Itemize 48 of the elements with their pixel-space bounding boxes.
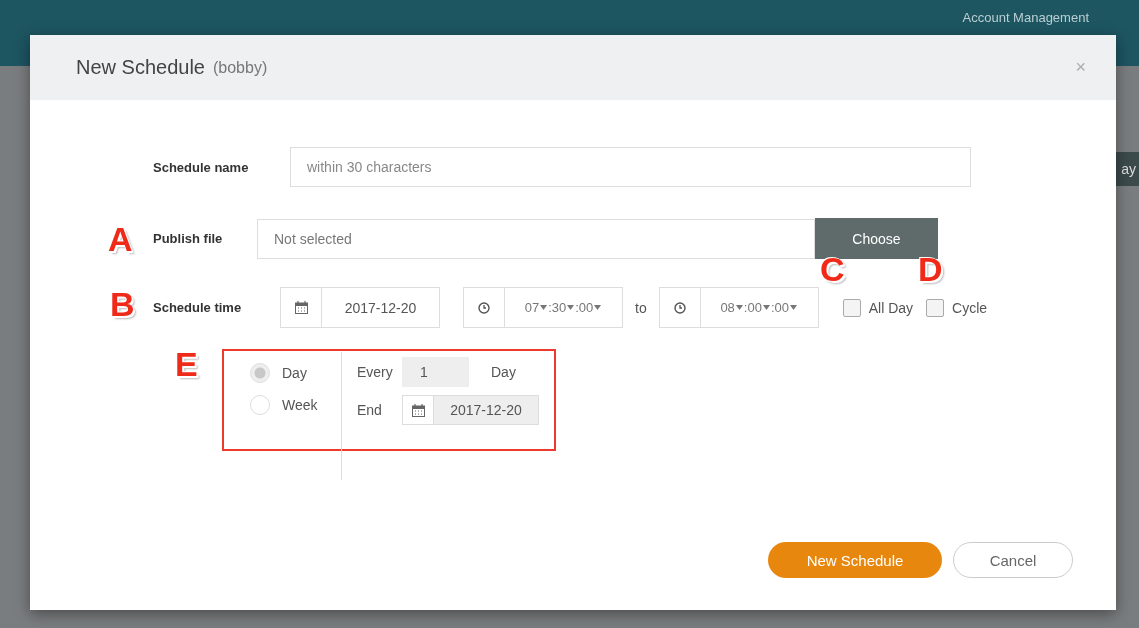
time-picker[interactable]: 08 :00 :00 — [658, 287, 819, 328]
caret-icon — [567, 305, 575, 310]
field-label: Publish file — [153, 231, 224, 246]
interval-field[interactable]: 1 — [402, 357, 469, 387]
field-label: Schedule time — [153, 300, 243, 315]
calendar-icon — [294, 301, 308, 314]
checkbox[interactable] — [926, 298, 945, 317]
annotation-letter: A — [108, 222, 133, 256]
radio-label: Day — [282, 365, 307, 381]
radio-button[interactable] — [250, 395, 270, 415]
annotation-letter: E — [175, 347, 198, 381]
time-segment[interactable]: :30 — [548, 300, 567, 315]
range-separator: to — [635, 299, 647, 316]
calendar-icon — [411, 403, 425, 417]
time-segment[interactable]: 07 — [524, 300, 540, 315]
caret-icon — [762, 305, 770, 310]
caret-icon — [540, 305, 548, 310]
field-label: Schedule name — [153, 159, 250, 175]
caret-icon — [594, 305, 602, 310]
dialog-subtitle: (bobby) — [212, 58, 268, 77]
radio-label: Week — [282, 397, 318, 413]
create-button[interactable]: New Schedule — [768, 542, 942, 578]
date-picker[interactable]: 2017-12-20 — [280, 287, 440, 328]
every-label: Every — [357, 364, 394, 380]
choose-button[interactable]: Choose — [815, 218, 938, 259]
end-label: End — [357, 402, 383, 418]
time-segment[interactable]: :00 — [575, 300, 594, 315]
time-picker[interactable]: 07 :30 :00 — [463, 287, 623, 328]
date-value: 2017-12-20 — [343, 298, 418, 318]
time-segment[interactable]: :00 — [743, 300, 762, 315]
end-date-value: 2017-12-20 — [434, 396, 538, 424]
caret-icon — [735, 305, 743, 310]
cancel-button[interactable]: Cancel — [953, 542, 1073, 578]
interval-unit: Day — [491, 364, 516, 380]
end-date-picker[interactable]: 2017-12-20 — [402, 395, 539, 425]
checkbox-label: All Day — [868, 299, 914, 316]
checkbox-label: Cycle — [952, 299, 988, 316]
dialog-title: New Schedule — [76, 56, 205, 79]
publish-file-field[interactable]: Not selected — [257, 218, 815, 259]
time-segment[interactable]: 08 — [720, 300, 735, 315]
caret-icon — [790, 305, 797, 310]
time-segment[interactable]: :00 — [770, 300, 789, 315]
clock-icon — [673, 301, 686, 314]
schedule-name-field[interactable]: within 30 characters — [290, 147, 971, 187]
account-management-link[interactable]: Account Management — [962, 10, 1089, 25]
checkbox[interactable] — [842, 298, 861, 317]
annotation-letter: B — [110, 287, 135, 321]
clock-icon — [478, 301, 490, 314]
